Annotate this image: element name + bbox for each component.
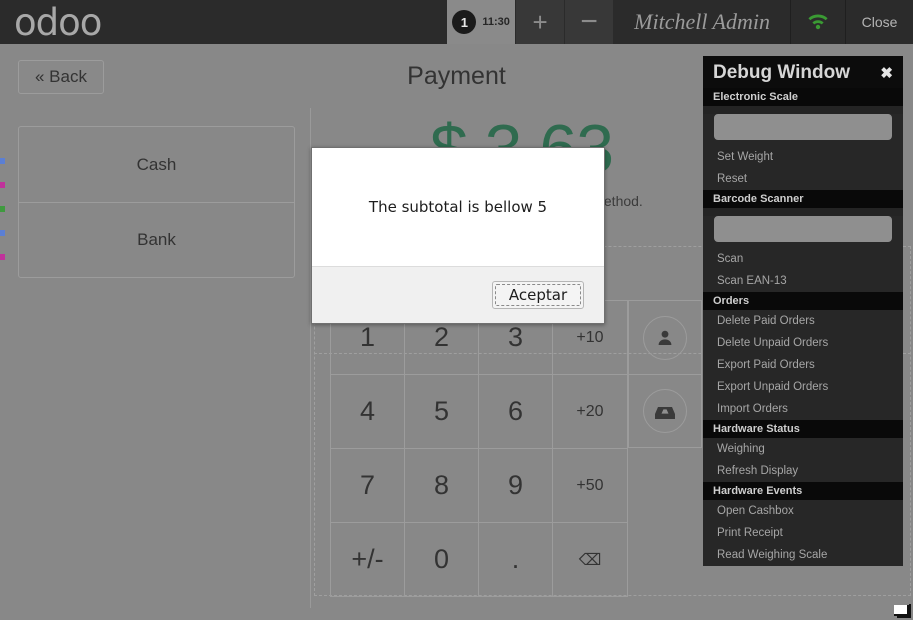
alert-backdrop: The subtotal is bellow 5 Aceptar	[0, 0, 913, 620]
pos-app: odoo 1 11:30 + − Mitchell Admin Close « …	[0, 0, 913, 620]
alert-dialog: The subtotal is bellow 5 Aceptar	[311, 147, 605, 324]
alert-footer: Aceptar	[312, 266, 604, 323]
window-resize-handle[interactable]	[894, 604, 911, 618]
accept-button[interactable]: Aceptar	[492, 281, 584, 309]
alert-body: The subtotal is bellow 5	[312, 148, 604, 266]
alert-message: The subtotal is bellow 5	[368, 198, 548, 216]
